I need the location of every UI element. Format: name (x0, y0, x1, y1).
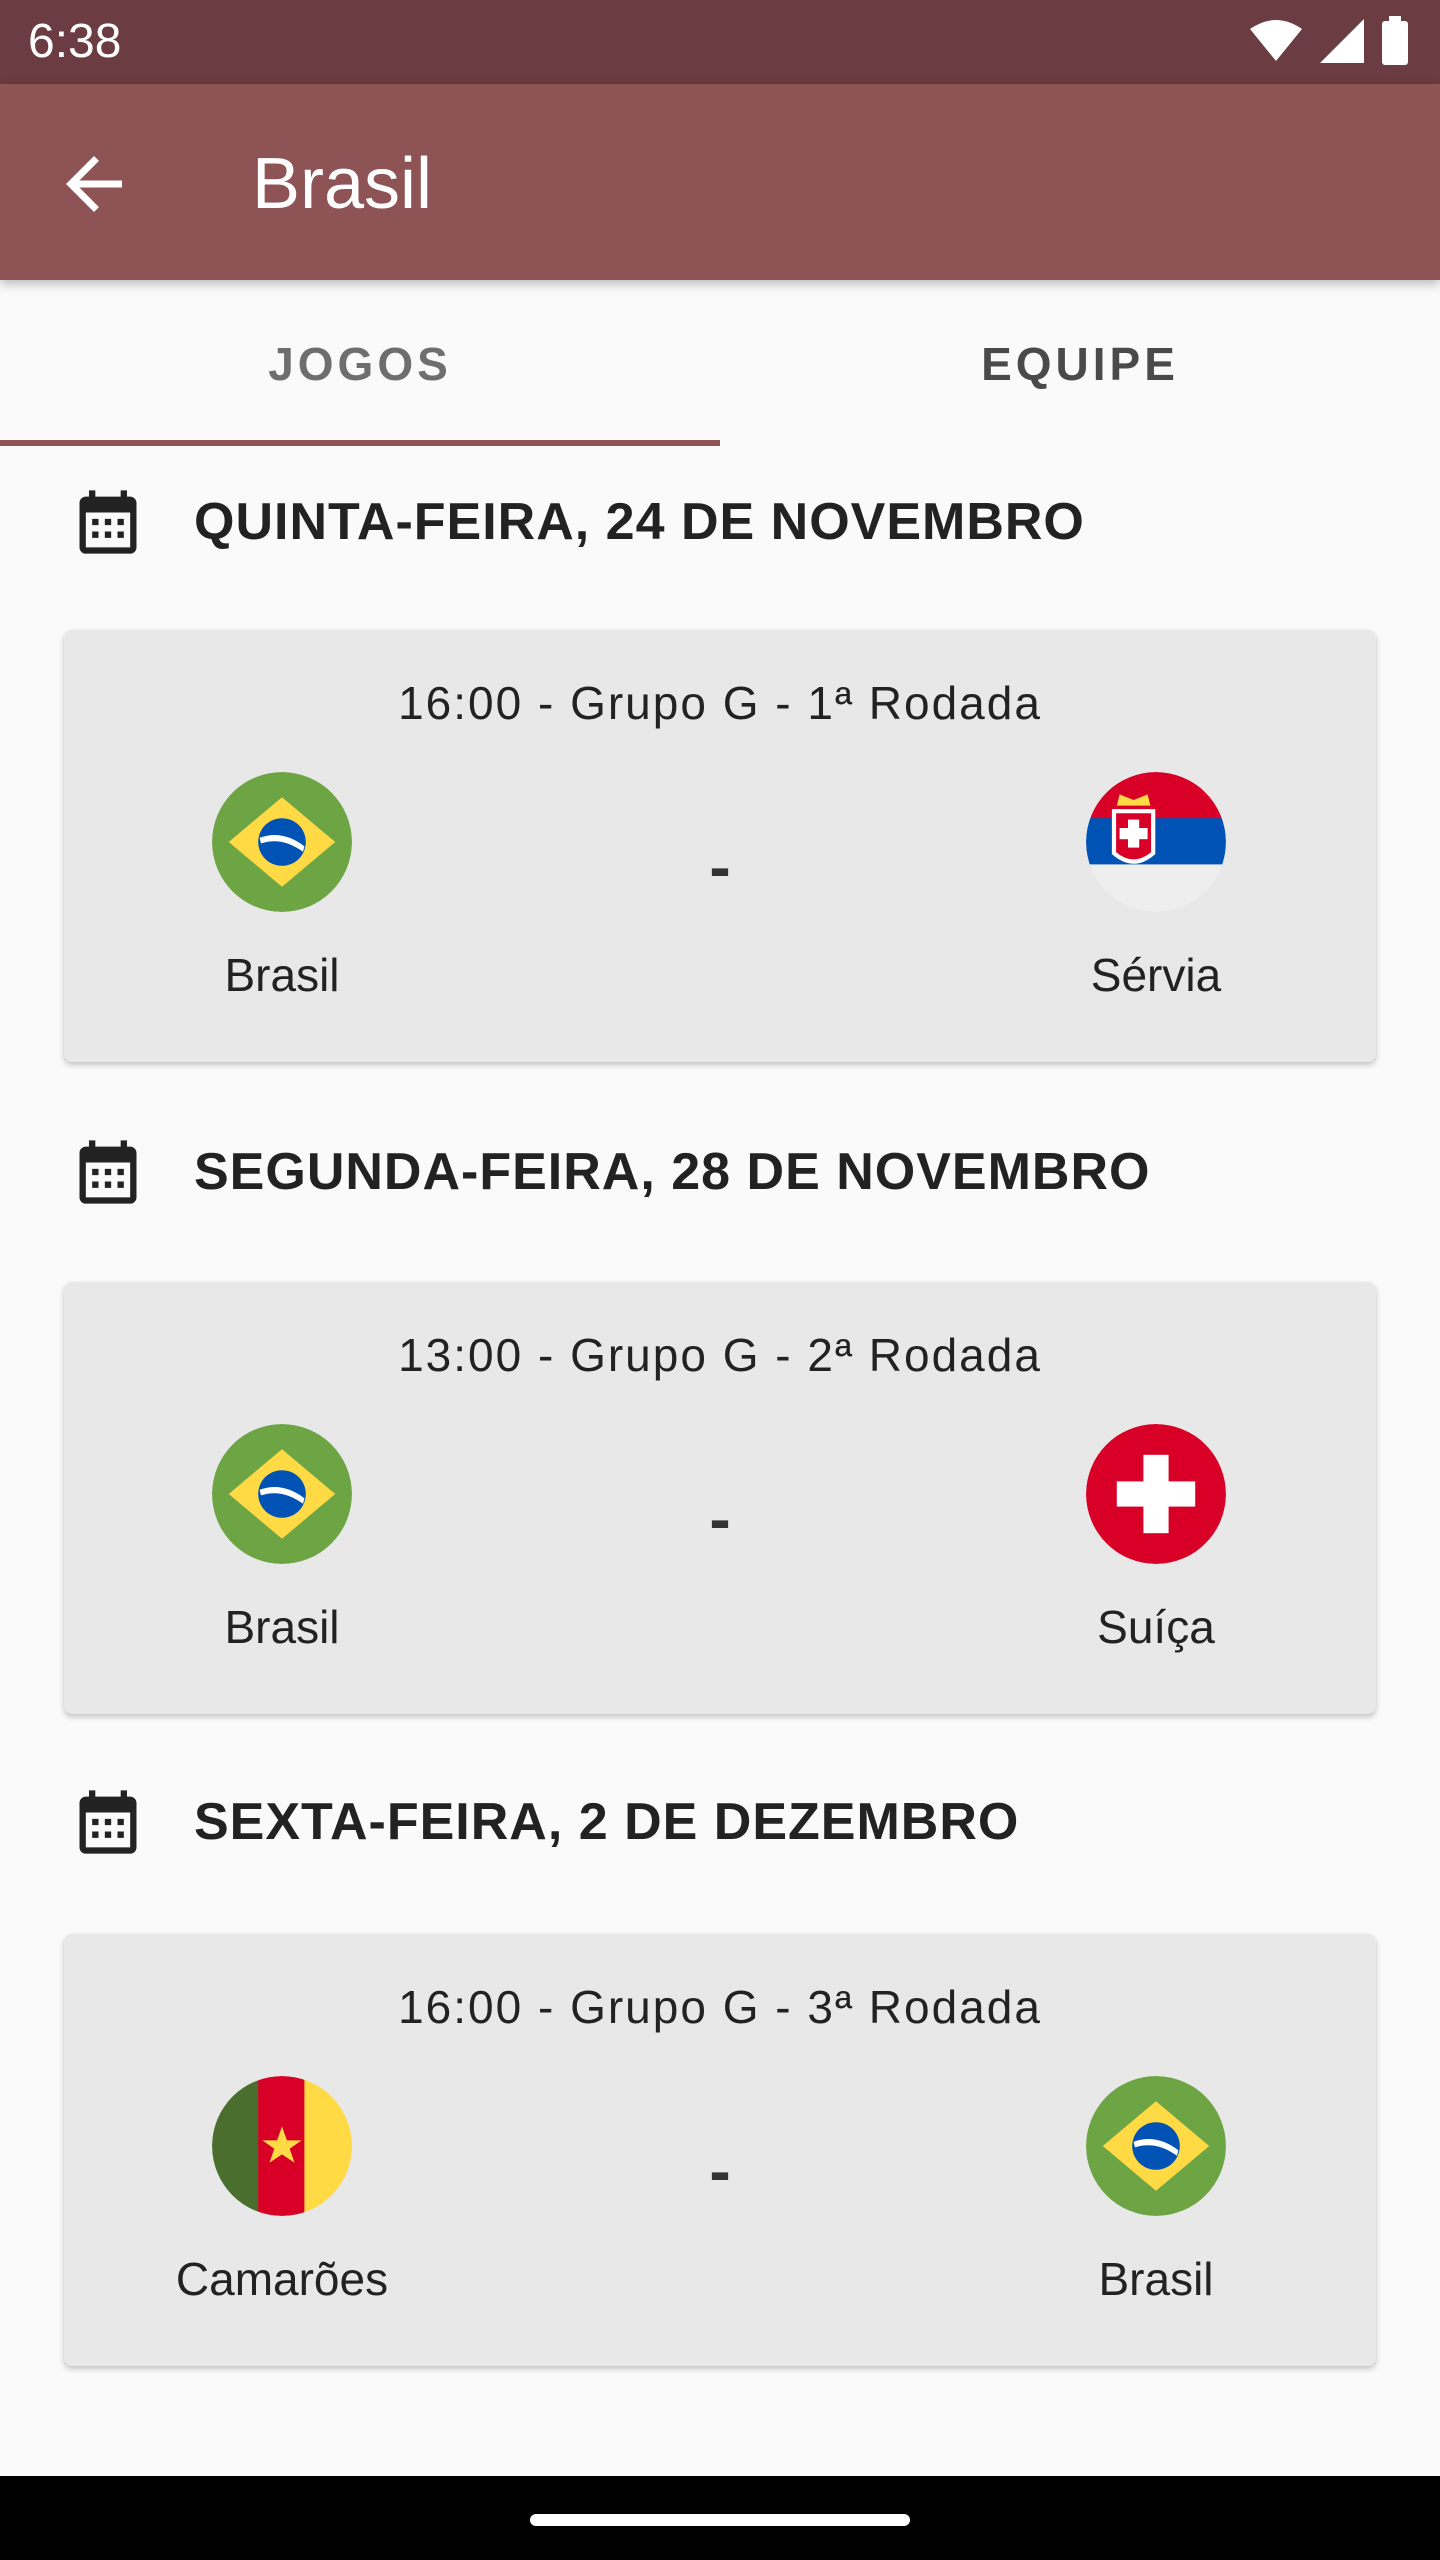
tab-jogos[interactable]: JOGOS (0, 280, 720, 448)
date-label: SEGUNDA-FEIRA, 28 DE NOVEMBRO (194, 1143, 1151, 1201)
status-time: 6:38 (28, 15, 122, 68)
brazil-flag-icon (1086, 2076, 1226, 2216)
battery-icon (1382, 16, 1408, 65)
away-team: Suíça (1006, 1424, 1306, 1654)
status-bar: 6:38 (0, 0, 1440, 84)
away-team: Brasil (1006, 2076, 1306, 2306)
status-icons (1248, 16, 1410, 66)
date-label: QUINTA-FEIRA, 24 DE NOVEMBRO (194, 493, 1085, 551)
serbia-flag-icon (1086, 772, 1226, 912)
date-header: SEXTA-FEIRA, 2 DE DEZEMBRO (70, 1782, 1019, 1862)
home-team-name: Brasil (224, 1601, 340, 1653)
home-team-name: Camarões (175, 2253, 389, 2305)
app-bar: Brasil (0, 84, 1440, 280)
signal-icon (1320, 19, 1364, 63)
match-card[interactable]: 13:00 - Grupo G - 2ª Rodada Brasil - Suí… (64, 1282, 1376, 1714)
match-info: 13:00 - Grupo G - 2ª Rodada (398, 1329, 1042, 1381)
back-button[interactable] (52, 142, 136, 226)
away-team: Sérvia (1006, 772, 1306, 1002)
tab-equipe[interactable]: EQUIPE (720, 280, 1440, 448)
switzerland-flag-icon (1086, 1424, 1226, 1564)
date-header: SEGUNDA-FEIRA, 28 DE NOVEMBRO (70, 1132, 1150, 1212)
date-header: QUINTA-FEIRA, 24 DE NOVEMBRO (70, 482, 1085, 562)
wifi-icon (1250, 20, 1302, 61)
home-team-name: Brasil (224, 949, 340, 1001)
calendar-icon (79, 1790, 137, 1854)
away-team-name: Brasil (1098, 2253, 1214, 2305)
tab-indicator (0, 440, 720, 446)
match-info: 16:00 - Grupo G - 3ª Rodada (398, 1981, 1042, 2033)
arrow-back-icon (66, 156, 122, 212)
calendar-icon (79, 1140, 137, 1204)
date-label: SEXTA-FEIRA, 2 DE DEZEMBRO (194, 1793, 1020, 1851)
tab-bar: JOGOS EQUIPE (0, 280, 1440, 448)
away-team-name: Suíça (1097, 1601, 1215, 1653)
calendar-icon (79, 490, 137, 554)
page-title: Brasil (252, 144, 433, 224)
match-card[interactable]: 16:00 - Grupo G - 1ª Rodada Brasil - Sér… (64, 630, 1376, 1062)
match-info: 16:00 - Grupo G - 1ª Rodada (398, 677, 1042, 729)
match-card[interactable]: 16:00 - Grupo G - 3ª Rodada Camarões - B… (64, 1934, 1376, 2366)
away-team-name: Sérvia (1090, 949, 1222, 1001)
home-handle[interactable] (530, 2514, 910, 2526)
